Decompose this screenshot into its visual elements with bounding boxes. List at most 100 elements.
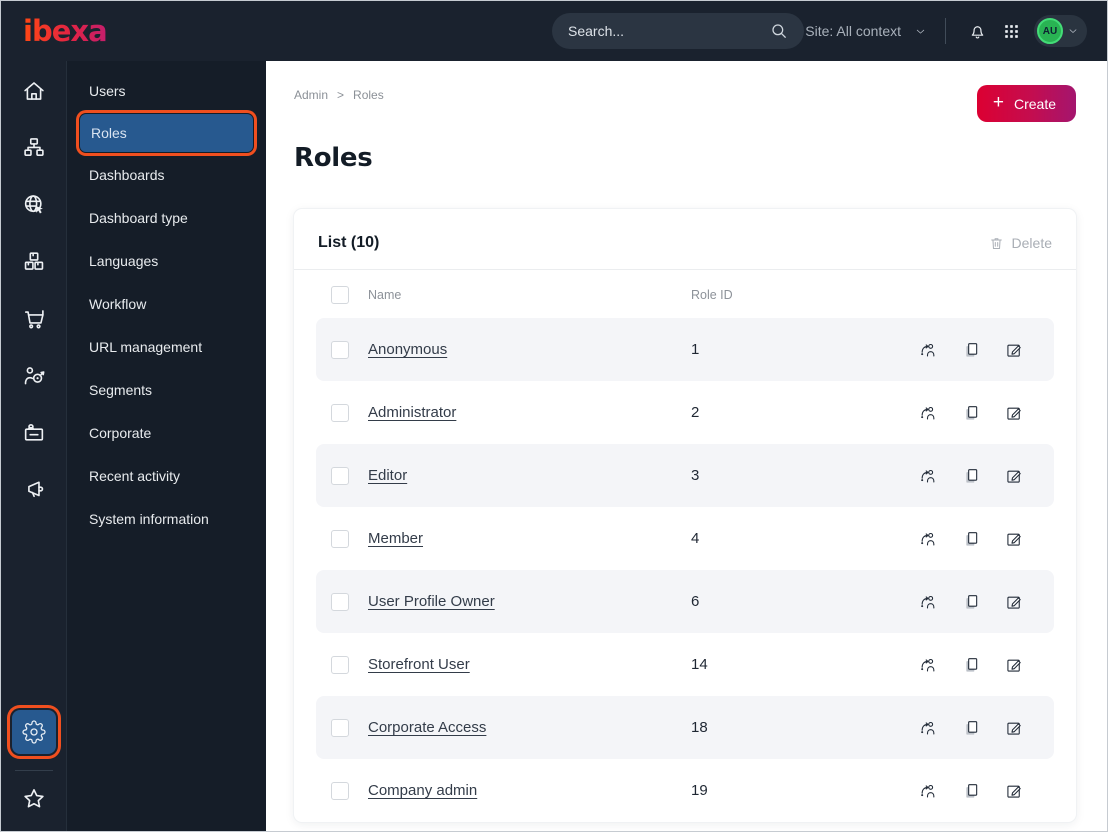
role-id-value: 6	[691, 593, 700, 610]
row-checkbox[interactable]	[331, 655, 349, 674]
assign-users-icon[interactable]	[918, 403, 938, 423]
row-checkbox[interactable]	[331, 403, 349, 422]
copy-icon[interactable]	[961, 718, 981, 738]
role-id-value: 18	[691, 719, 708, 736]
sidebar-item-recent-activity[interactable]: Recent activity	[67, 454, 266, 497]
product-catalog-icon[interactable]	[5, 233, 62, 290]
role-name-link[interactable]: Member	[368, 530, 423, 547]
row-checkbox[interactable]	[331, 718, 349, 737]
copy-icon[interactable]	[961, 403, 981, 423]
sidebar-item-label: System information	[89, 510, 209, 527]
assign-users-icon[interactable]	[918, 655, 938, 675]
assign-users-icon[interactable]	[918, 466, 938, 486]
row-checkbox[interactable]	[331, 529, 349, 548]
topbar-divider	[945, 18, 946, 44]
copy-icon[interactable]	[961, 592, 981, 612]
commerce-cart-icon[interactable]	[5, 290, 62, 347]
copy-icon[interactable]	[961, 340, 981, 360]
sidebar-item-label: Workflow	[89, 295, 147, 312]
search-icon[interactable]	[768, 20, 790, 42]
row-checkbox[interactable]	[331, 781, 349, 800]
ibexa-logo[interactable]: ibexa	[23, 16, 108, 46]
sidebar-item-workflow[interactable]: Workflow	[67, 282, 266, 325]
role-name-link[interactable]: Editor	[368, 467, 407, 484]
topbar-right-cluster: Site: All context AU	[777, 15, 1087, 47]
sidebar-item-label: Roles	[91, 125, 127, 141]
sidebar-item-label: Languages	[89, 252, 159, 269]
edit-icon[interactable]	[1004, 466, 1024, 486]
sidebar-item-languages[interactable]: Languages	[67, 239, 266, 282]
select-all-checkbox[interactable]	[331, 286, 349, 304]
sidebar-item-label: Segments	[89, 381, 153, 398]
user-menu[interactable]: AU	[1034, 15, 1087, 47]
edit-icon[interactable]	[1004, 340, 1024, 360]
user-avatar[interactable]: AU	[1037, 18, 1063, 44]
breadcrumb-separator: >	[337, 88, 345, 102]
assign-users-icon[interactable]	[918, 718, 938, 738]
role-id-value: 1	[691, 341, 700, 358]
column-header-role-id: Role ID	[691, 288, 733, 302]
home-icon[interactable]	[5, 62, 62, 119]
edit-icon[interactable]	[1004, 781, 1024, 801]
role-id-value: 2	[691, 404, 700, 421]
role-name-link[interactable]: User Profile Owner	[368, 593, 495, 610]
sidebar-item-url-management[interactable]: URL management	[67, 325, 266, 368]
edit-icon[interactable]	[1004, 718, 1024, 738]
admin-settings-gear-icon[interactable]	[11, 710, 56, 754]
create-button-label: Create	[1013, 95, 1056, 112]
row-checkbox[interactable]	[331, 340, 349, 359]
sidebar-item-dashboard-type[interactable]: Dashboard type	[67, 196, 266, 239]
sidebar-item-roles[interactable]: Roles	[80, 114, 253, 152]
roles-table-body: Anonymous 1 Administrator 2 Editor 3 Mem…	[294, 318, 1076, 822]
topbar: ibexa Site: All context AU	[1, 1, 1107, 61]
assign-users-icon[interactable]	[918, 592, 938, 612]
sidebar-item-corporate[interactable]: Corporate	[67, 411, 266, 454]
sidebar-item-users[interactable]: Users	[67, 69, 266, 112]
favorites-star-icon[interactable]	[12, 779, 56, 819]
breadcrumb: Admin > Roles	[294, 85, 384, 102]
copy-icon[interactable]	[961, 655, 981, 675]
edit-icon[interactable]	[1004, 529, 1024, 549]
role-name-link[interactable]: Corporate Access	[368, 719, 486, 736]
role-name-link[interactable]: Administrator	[368, 404, 456, 421]
app-grid-icon[interactable]	[996, 16, 1026, 46]
table-row: Corporate Access 18	[316, 696, 1054, 759]
sidebar-item-system-information[interactable]: System information	[67, 497, 266, 540]
personalization-target-icon[interactable]	[5, 347, 62, 404]
edit-icon[interactable]	[1004, 655, 1024, 675]
edit-icon[interactable]	[1004, 592, 1024, 612]
table-row: Member 4	[316, 507, 1054, 570]
row-checkbox[interactable]	[331, 466, 349, 485]
role-name-link[interactable]: Storefront User	[368, 656, 470, 673]
corporate-badge-icon[interactable]	[5, 404, 62, 461]
notifications-bell-icon[interactable]	[962, 16, 992, 46]
chevron-down-icon	[914, 25, 927, 38]
row-checkbox[interactable]	[331, 592, 349, 611]
delete-button[interactable]: Delete	[988, 235, 1052, 252]
create-button[interactable]: + Create	[976, 85, 1076, 122]
global-search[interactable]	[552, 13, 804, 49]
site-icon[interactable]	[5, 176, 62, 233]
roles-list-card: List (10) Delete Name Role ID Anonymous	[294, 209, 1076, 822]
role-id-value: 14	[691, 656, 708, 673]
search-input[interactable]	[568, 23, 768, 39]
ibexa-admin-window: ibexa Site: All context AU	[0, 0, 1108, 832]
announcements-megaphone-icon[interactable]	[5, 461, 62, 518]
content-tree-icon[interactable]	[5, 119, 62, 176]
assign-users-icon[interactable]	[918, 340, 938, 360]
sidebar-item-label: Recent activity	[89, 467, 181, 484]
copy-icon[interactable]	[961, 529, 981, 549]
icon-rail	[1, 61, 67, 831]
breadcrumb-admin[interactable]: Admin	[294, 88, 328, 102]
role-name-link[interactable]: Company admin	[368, 782, 477, 799]
copy-icon[interactable]	[961, 466, 981, 486]
main-content: Admin > Roles + Create Roles List (10) D…	[266, 61, 1107, 831]
sidebar-item-segments[interactable]: Segments	[67, 368, 266, 411]
assign-users-icon[interactable]	[918, 529, 938, 549]
copy-icon[interactable]	[961, 781, 981, 801]
assign-users-icon[interactable]	[918, 781, 938, 801]
sidebar-menu: Users Roles Dashboards Dashboard type Langua…	[67, 61, 266, 831]
sidebar-item-dashboards[interactable]: Dashboards	[67, 153, 266, 196]
edit-icon[interactable]	[1004, 403, 1024, 423]
role-name-link[interactable]: Anonymous	[368, 341, 447, 358]
